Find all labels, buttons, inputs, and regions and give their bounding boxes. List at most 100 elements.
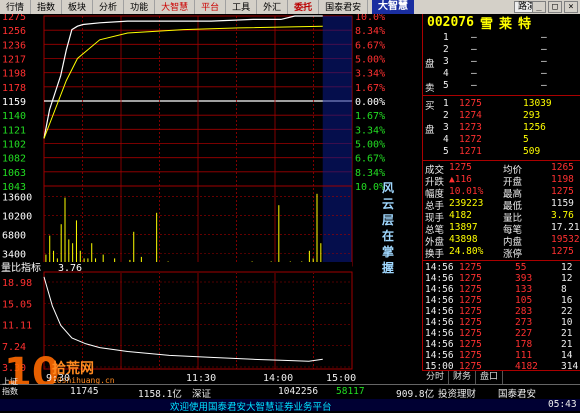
tick-count: 12	[561, 273, 573, 284]
tick-price: 1275	[459, 328, 482, 339]
broker-link[interactable]: 国泰君安	[498, 386, 536, 400]
stat-value: 24.80%	[449, 246, 484, 257]
stat-value: 10.01%	[449, 186, 484, 197]
indicator-tick-label: 15.05	[2, 299, 32, 310]
indicator-title: 量比指标	[1, 261, 41, 274]
bid-volume: 293	[523, 110, 541, 121]
stat-key: 换手	[425, 249, 445, 260]
tick-volume: 133	[515, 284, 533, 295]
invest-link[interactable]: 投资理财	[438, 386, 476, 400]
ask-price: –	[471, 56, 477, 67]
tick-count: 12	[561, 262, 573, 273]
bid-level: 4	[443, 134, 449, 145]
sz-label[interactable]: 深证	[192, 386, 211, 400]
ask-volume: –	[541, 44, 547, 55]
tick-time: 14:56	[425, 306, 454, 317]
bid-price: 1272	[459, 134, 482, 145]
ask-price: –	[471, 32, 477, 43]
tick-price: 1275	[459, 339, 482, 350]
close-button[interactable]: ×	[564, 1, 578, 13]
price-tick-label: 1063	[2, 168, 26, 179]
stats-divider	[423, 160, 580, 161]
pct-tick-label: 3.34%	[355, 125, 385, 136]
tick-time: 14:56	[425, 284, 454, 295]
closed-session-region	[322, 16, 352, 266]
bid-row: 买 1 1275 13039	[423, 98, 580, 112]
status-line-welcome: 欢迎使用国泰君安大智慧证券业务平台 05:43	[0, 399, 580, 413]
tick-volume: 55	[515, 262, 527, 273]
tick-row: 14:56 1275 178 21	[423, 339, 580, 350]
time-tick-label: 14:00	[263, 373, 294, 384]
quote-panel: 002076 雪莱特 1– –2– – 盘 3– –4– – 卖 5– – 买 1 1275 13039 2…	[422, 14, 580, 376]
tick-time: 14:56	[425, 328, 454, 339]
ask-row: 4 – –	[423, 68, 580, 79]
bid-price: 1275	[459, 98, 482, 109]
indicator-tick-label: 11.11	[2, 321, 32, 332]
intraday-chart[interactable]: 1275 10.0% 1256 8.34% 1236 6.67% 1217 5.00% 1198…	[0, 12, 422, 376]
price-tick-label: 1236	[2, 40, 26, 51]
menu-item-5[interactable]: 大智慧	[155, 0, 196, 14]
bid-level: 1	[443, 98, 449, 109]
bid-level: 2	[443, 110, 449, 121]
left-tab-1[interactable]: 指数	[2, 386, 18, 397]
minimize-button[interactable]: _	[532, 1, 546, 13]
clock: 05:43	[548, 399, 577, 410]
stock-code: 002076	[427, 14, 474, 30]
pct-tick-label: 0.00%	[355, 97, 385, 108]
tab-1[interactable]: 财务	[449, 371, 477, 384]
menu-item-0[interactable]: 行情	[0, 0, 32, 14]
menu-item-6[interactable]: 平台	[195, 0, 227, 14]
pct-tick-label: 1.67%	[355, 83, 385, 94]
price-tick-label: 1198	[2, 69, 26, 80]
window-controls: _ □ ×	[532, 1, 578, 13]
tick-volume: 227	[515, 328, 533, 339]
bottom-tabs: 分时 财务 盘口	[422, 370, 580, 384]
tick-volume: 111	[515, 350, 533, 361]
pct-tick-label: 1.67%	[355, 111, 385, 122]
sz-change: 58117	[336, 386, 365, 397]
bid-volume: 1256	[523, 122, 546, 133]
tick-volume: 105	[515, 295, 533, 306]
tick-price: 1275	[459, 295, 482, 306]
ticks-divider	[423, 260, 580, 261]
ask-volume: –	[541, 56, 547, 67]
bid-volume: 5	[523, 134, 529, 145]
bid-row: 盘 3 1273 1256	[423, 122, 580, 136]
price-tick-label: 1102	[2, 140, 26, 151]
menu-item-4[interactable]: 功能	[124, 0, 156, 14]
stat-row: 幅度 10.01% 最高 1275	[423, 186, 580, 200]
price-tick-label: 1275	[2, 14, 26, 23]
status-bar: 11745 1158.1亿 深证 1042256 58117 909.8亿 投资…	[0, 384, 580, 413]
stat-value: 1198	[551, 174, 574, 185]
tab-2[interactable]: 盘口	[476, 371, 504, 384]
stock-header: 002076 雪莱特	[423, 14, 580, 32]
price-tick-label: 1159	[2, 97, 26, 108]
menu-item-3[interactable]: 分析	[93, 0, 125, 14]
menu-item-2[interactable]: 板块	[62, 0, 94, 14]
tick-count: 8	[561, 284, 567, 295]
menu-item-1[interactable]: 指数	[31, 0, 63, 14]
stat-row: 外盘43898内盘195325	[423, 234, 580, 248]
side-text-char: 风	[382, 181, 394, 195]
maximize-button[interactable]: □	[548, 1, 562, 13]
tick-time: 14:56	[425, 262, 454, 273]
menu-item-8[interactable]: 外汇	[257, 0, 289, 14]
stat-value: 3.76	[551, 210, 574, 221]
price-tick-label: 1178	[2, 83, 26, 94]
average-price-line	[43, 25, 323, 139]
side-text-char: 层	[382, 213, 394, 227]
menu-item-7[interactable]: 工具	[226, 0, 258, 14]
ask-label: 卖	[425, 83, 435, 94]
bid-row: 5 1271 509	[423, 146, 580, 157]
ask-volume: –	[541, 80, 547, 91]
menu-item-9[interactable]: 委托	[288, 0, 320, 14]
pct-tick-label: 5.00%	[355, 140, 385, 151]
indicator-line	[43, 276, 323, 362]
tick-row: 14:56 1275 133 8	[423, 284, 580, 295]
ask-row: 盘 3– –	[423, 56, 580, 70]
stat-value: 195325	[551, 234, 580, 245]
tab-0[interactable]: 分时	[422, 371, 450, 384]
tick-price: 1275	[459, 317, 482, 328]
menu-item-10[interactable]: 国泰君安	[319, 0, 369, 14]
price-tick-label: 1121	[2, 125, 26, 136]
